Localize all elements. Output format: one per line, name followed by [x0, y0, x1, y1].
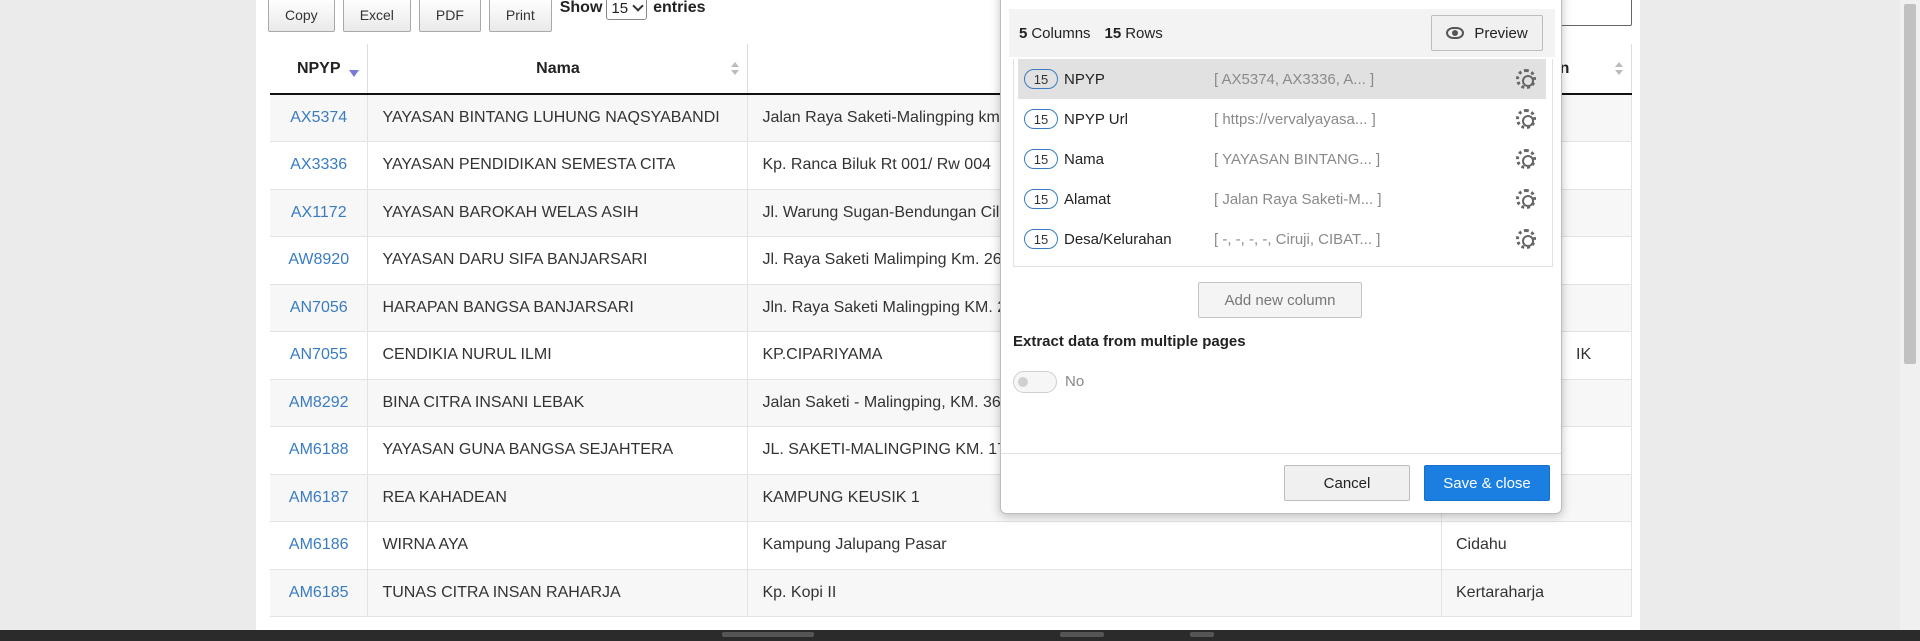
preview-button[interactable]: Preview	[1431, 15, 1543, 51]
taskbar-item[interactable]	[1190, 632, 1214, 637]
show-entries: Show 15 entries	[560, 0, 706, 20]
sort-icon	[1615, 62, 1623, 76]
count-badge: 15	[1024, 229, 1058, 249]
pdf-button[interactable]: PDF	[418, 0, 481, 32]
excel-button[interactable]: Excel	[342, 0, 411, 32]
taskbar	[0, 630, 1920, 641]
column-item-alamat[interactable]: 15 Alamat [ Jalan Raya Saketi-M... ]	[1018, 179, 1546, 219]
taskbar-item[interactable]	[1060, 632, 1104, 637]
show-label: Show	[559, 0, 603, 16]
npyp-link[interactable]: AX1172	[270, 189, 369, 237]
desa-cell: Cidahu	[1441, 521, 1632, 570]
npyp-link[interactable]: AM6187	[270, 474, 369, 522]
extract-pages-label: Extract data from multiple pages	[1013, 333, 1246, 350]
column-item-npyp-url[interactable]: 15 NPYP Url [ https://vervalyayasa... ]	[1018, 99, 1546, 139]
npyp-link[interactable]: AM8292	[270, 379, 369, 427]
count-badge: 15	[1024, 69, 1058, 89]
npyp-link[interactable]: AM6186	[270, 521, 369, 570]
save-close-button[interactable]: Save & close	[1424, 465, 1550, 501]
entries-value: 15	[611, 0, 629, 17]
npyp-link[interactable]: AN7055	[270, 331, 369, 380]
nama-cell: HARAPAN BANGSA BANJARSARI	[367, 284, 749, 332]
eye-icon	[1446, 27, 1465, 39]
count-badge: 15	[1024, 189, 1058, 209]
column-sample: [ https://vervalyayasa... ]	[1214, 110, 1376, 128]
rows-count: 15	[1104, 24, 1122, 42]
scrollbar-thumb[interactable]	[1904, 4, 1916, 364]
column-header-nama[interactable]: Nama	[367, 44, 749, 95]
desa-cell: Kertaraharja	[1441, 569, 1632, 617]
npyp-link[interactable]: AX3336	[270, 141, 369, 190]
column-name: Desa/Kelurahan	[1064, 230, 1172, 248]
column-sample: [ YAYASAN BINTANG... ]	[1214, 150, 1381, 168]
count-badge: 15	[1024, 109, 1058, 129]
dialog-summary: 5 Columns 15 Rows Preview	[1009, 9, 1555, 57]
gear-icon[interactable]	[1516, 109, 1536, 129]
alamat-cell: Kampung Jalupang Pasar	[747, 521, 1442, 570]
taskbar-item[interactable]	[722, 632, 814, 637]
column-name: Nama	[1064, 150, 1105, 168]
npyp-link[interactable]: AM6188	[270, 426, 369, 475]
add-column-button[interactable]: Add new column	[1198, 282, 1362, 318]
dialog-footer: Cancel Save & close	[1001, 453, 1561, 513]
gear-icon[interactable]	[1516, 69, 1536, 89]
table-row: AM6185 TUNAS CITRA INSAN RAHARJA Kp. Kopi …	[270, 569, 1632, 617]
npyp-link[interactable]: AM6185	[270, 569, 369, 617]
extract-columns-dialog: 5 Columns 15 Rows Preview 15 NPYP [ AX53…	[1000, 0, 1562, 514]
column-name: NPYP	[1064, 70, 1105, 88]
chevron-down-icon	[632, 0, 644, 12]
toggle-state-label: No	[1065, 373, 1085, 390]
gear-icon[interactable]	[1516, 149, 1536, 169]
column-sample: [ Jalan Raya Saketi-M... ]	[1214, 190, 1382, 208]
entries-select[interactable]: 15	[606, 0, 648, 20]
column-item-npyp[interactable]: 15 NPYP [ AX5374, AX3336, A... ]	[1018, 59, 1546, 99]
columns-label: Columns	[1031, 24, 1091, 42]
nama-cell: TUNAS CITRA INSAN RAHARJA	[367, 569, 749, 617]
columns-count: 5	[1019, 24, 1028, 42]
alamat-cell: Kp. Kopi II	[747, 569, 1442, 617]
nama-cell: BINA CITRA INSANI LEBAK	[367, 379, 749, 427]
cancel-button[interactable]: Cancel	[1284, 465, 1410, 501]
print-button[interactable]: Print	[488, 0, 552, 32]
nama-cell: YAYASAN PENDIDIKAN SEMESTA CITA	[367, 141, 749, 190]
page-scrollbar[interactable]	[1900, 0, 1920, 630]
npyp-link[interactable]: AX5374	[270, 94, 369, 142]
column-sample: [ AX5374, AX3336, A... ]	[1214, 70, 1375, 88]
nama-cell: YAYASAN BAROKAH WELAS ASIH	[367, 189, 749, 237]
sort-icon	[731, 62, 740, 76]
gear-icon[interactable]	[1516, 229, 1536, 249]
nama-cell: WIRNA AYA	[367, 521, 749, 570]
column-name: NPYP Url	[1064, 110, 1128, 128]
nama-cell: REA KAHADEAN	[367, 474, 749, 522]
gear-icon[interactable]	[1516, 189, 1536, 209]
column-item-desa-kelurahan[interactable]: 15 Desa/Kelurahan [ -, -, -, -, Ciruji, …	[1018, 219, 1546, 259]
multi-page-toggle[interactable]	[1013, 371, 1057, 393]
column-item-nama[interactable]: 15 Nama [ YAYASAN BINTANG... ]	[1018, 139, 1546, 179]
npyp-link[interactable]: AN7056	[270, 284, 369, 332]
rows-label: Rows	[1125, 24, 1163, 42]
sort-desc-icon	[349, 70, 360, 77]
nama-cell: YAYASAN DARU SIFA BANJARSARI	[367, 236, 749, 285]
column-list: 15 NPYP [ AX5374, AX3336, A... ] 15 NPYP…	[1013, 59, 1553, 267]
column-sample: [ -, -, -, -, Ciruji, CIBAT... ]	[1214, 230, 1381, 248]
count-badge: 15	[1024, 149, 1058, 169]
copy-button[interactable]: Copy	[268, 0, 335, 32]
column-name: Alamat	[1064, 190, 1111, 208]
entries-label: entries	[653, 0, 706, 16]
column-header-npyp[interactable]: NPYP	[270, 44, 369, 95]
preview-label: Preview	[1474, 24, 1528, 42]
table-row: AM6186 WIRNA AYA Kampung Jalupang Pasar Cid…	[270, 521, 1632, 570]
table-toolbar: Copy Excel PDF Print Show 15 entries	[268, 0, 706, 40]
nama-cell: YAYASAN GUNA BANGSA SEJAHTERA	[367, 426, 749, 475]
nama-cell: YAYASAN BINTANG LUHUNG NAQSYABANDI	[367, 94, 749, 142]
npyp-link[interactable]: AW8920	[270, 236, 369, 285]
nama-cell: CENDIKIA NURUL ILMI	[367, 331, 749, 380]
